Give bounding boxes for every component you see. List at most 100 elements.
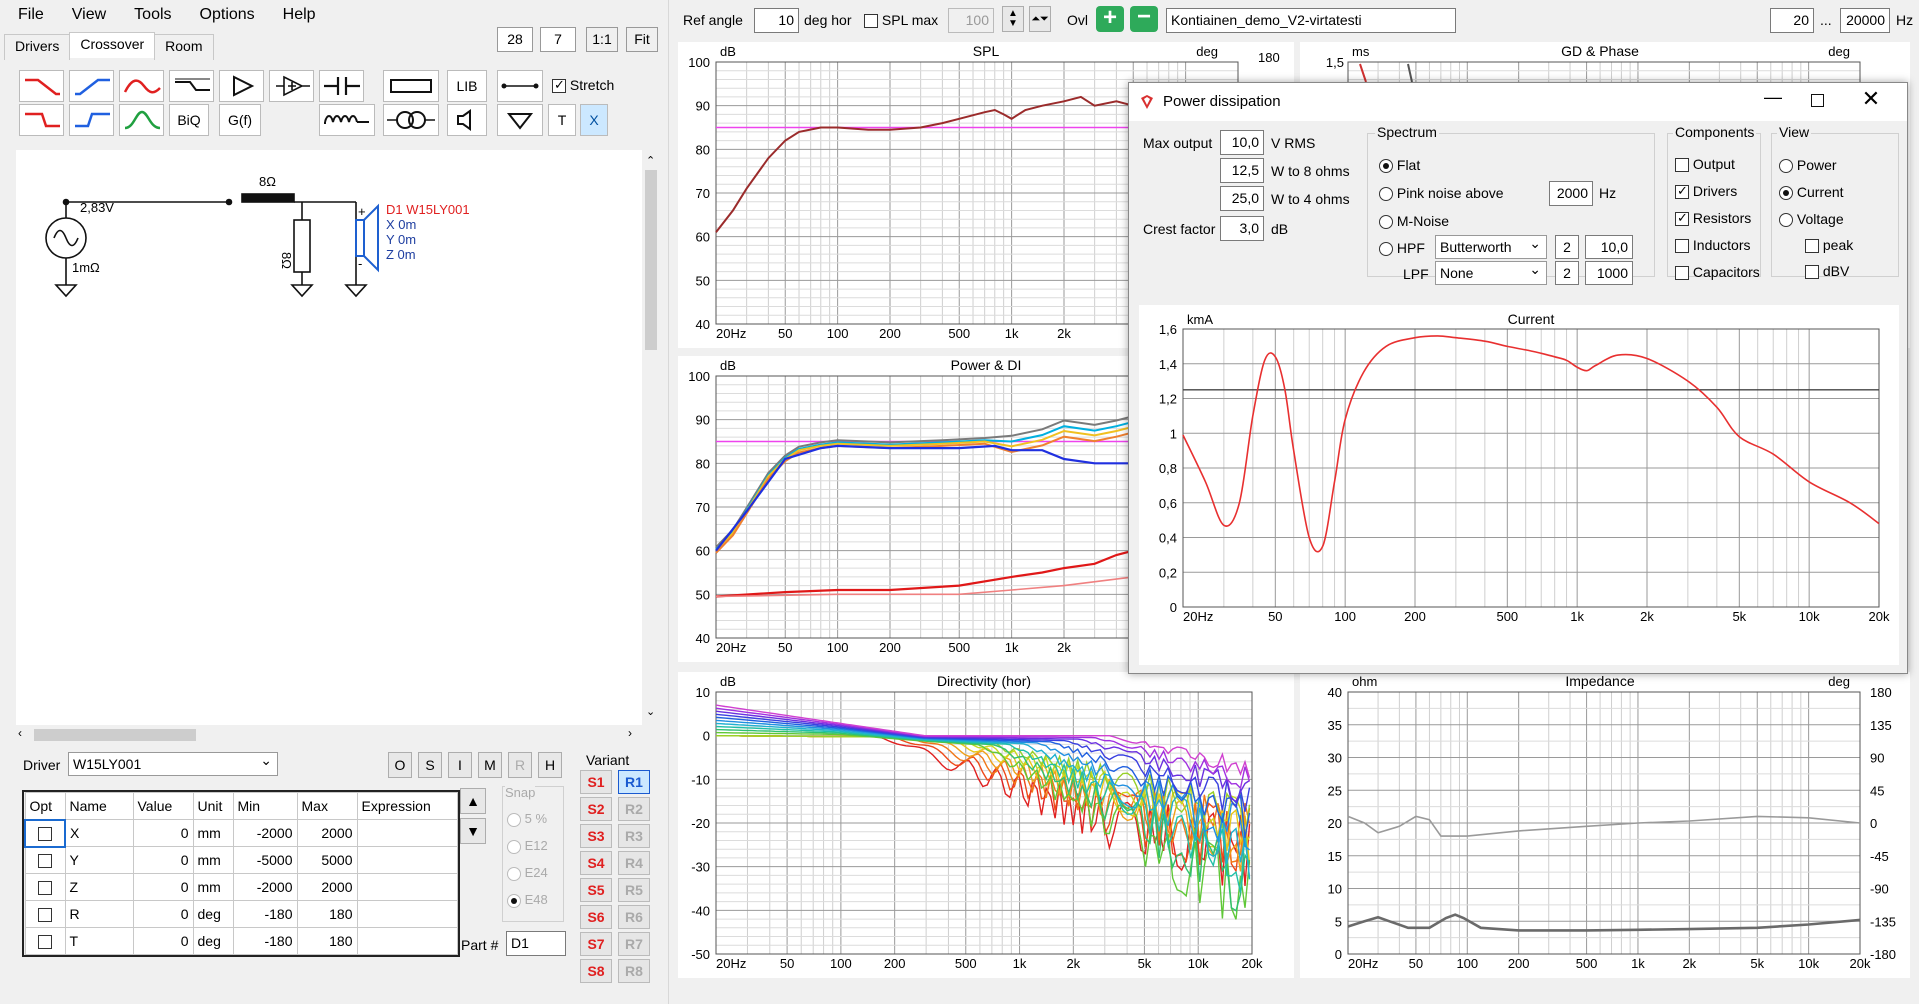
driver-o-button[interactable]: O (388, 752, 412, 778)
param-min[interactable]: -180 (232, 900, 298, 928)
menu-help[interactable]: Help (283, 6, 330, 24)
opt-checkbox[interactable] (38, 935, 52, 950)
schematic-hscroll-thumb[interactable] (34, 729, 196, 741)
opt-checkbox[interactable] (38, 881, 52, 896)
table-row[interactable]: Z 0 mm -2000 2000 (24, 873, 458, 901)
hpf-order-field[interactable]: 2 (1555, 235, 1579, 259)
schematic-vscroll-thumb[interactable] (645, 170, 657, 350)
stretch-checkbox[interactable] (552, 77, 566, 94)
bandpass-green-tool[interactable] (119, 104, 164, 136)
impedance-graph[interactable]: 40 35 30 25 20 15 10 5 0 20Hz 50 100 200 500 1k 2k 5k 10k… (1300, 672, 1910, 978)
highpass-blue-1st-tool[interactable] (69, 104, 114, 136)
param-expression[interactable] (356, 900, 458, 928)
maximize-button[interactable] (1797, 89, 1837, 119)
minimize-button[interactable]: — (1753, 87, 1793, 117)
schematic-hscroll[interactable]: ‹ › (16, 726, 642, 744)
opt-checkbox[interactable] (38, 827, 52, 842)
spectrum-hpf-option[interactable]: HPF (1379, 240, 1425, 257)
driver-s-button[interactable]: S (418, 752, 442, 778)
project-name-field[interactable]: Kontiainen_demo_V2-virtatesti (1166, 8, 1456, 33)
param-max[interactable]: 180 (296, 900, 358, 928)
view-current-option[interactable]: Current (1779, 184, 1844, 201)
variant-r4-button[interactable]: R4 (618, 851, 650, 875)
param-min[interactable]: -180 (232, 927, 298, 955)
variant-s6-button[interactable]: S6 (580, 905, 612, 929)
resistor-tool[interactable] (383, 70, 439, 102)
variant-s2-button[interactable]: S2 (580, 797, 612, 821)
variant-r7-button[interactable]: R7 (618, 932, 650, 956)
driver-r-button[interactable]: R (508, 752, 532, 778)
lpf-freq-field[interactable]: 1000 (1585, 261, 1633, 285)
gf-button[interactable]: G(f) (219, 104, 261, 136)
param-value[interactable]: 0 (132, 819, 194, 847)
hpf-freq-field[interactable]: 10,0 (1585, 235, 1633, 259)
driver-m-button[interactable]: M (478, 752, 502, 778)
watts-8ohm-field[interactable]: 12,5 (1220, 158, 1264, 183)
menu-options[interactable]: Options (200, 6, 269, 24)
zoom-b-field[interactable]: 7 (540, 27, 576, 52)
pink-freq-field[interactable]: 2000 (1549, 181, 1593, 206)
spectrum-mnoise-option[interactable]: M-Noise (1379, 213, 1449, 230)
zoom-1to1-button[interactable]: 1:1 (586, 27, 618, 52)
voltage-radio[interactable] (1779, 213, 1793, 228)
spectrum-flat-option[interactable]: Flat (1379, 157, 1420, 174)
view-peak-option[interactable]: peak (1805, 237, 1853, 254)
shelf-tool[interactable] (169, 70, 214, 102)
wire-tool[interactable] (497, 70, 543, 102)
variant-r6-button[interactable]: R6 (618, 905, 650, 929)
variant-s7-button[interactable]: S7 (580, 932, 612, 956)
param-value[interactable]: 0 (132, 873, 194, 901)
param-min[interactable]: -2000 (232, 873, 298, 901)
move-up-button[interactable]: ▲ (460, 788, 486, 814)
variant-r8-button[interactable]: R8 (618, 959, 650, 983)
freq-min-field[interactable]: 20 (1770, 8, 1814, 33)
variant-s1-button[interactable]: S1 (580, 770, 612, 794)
spectrum-pink-option[interactable]: Pink noise above (1379, 185, 1504, 202)
flat-radio[interactable] (1379, 159, 1393, 174)
x-button[interactable]: X (580, 104, 608, 136)
param-expression[interactable] (356, 873, 458, 901)
t-button[interactable]: T (548, 104, 576, 136)
peak-checkbox[interactable] (1805, 239, 1819, 254)
spl-spin-button[interactable]: ▲ ▼ (1002, 6, 1024, 32)
snap-option[interactable]: E12 (507, 838, 548, 854)
watts-4ohm-field[interactable]: 25,0 (1220, 186, 1264, 211)
tab-room[interactable]: Room (154, 34, 214, 60)
buffer-tool[interactable] (269, 70, 314, 102)
current-chart[interactable]: 1,6 1,4 1,2 1 0,8 0,6 0,4 0,2 0 20Hz 50 100 200 500 1k… (1139, 305, 1899, 665)
variant-s5-button[interactable]: S5 (580, 878, 612, 902)
hpf-type-select[interactable]: Butterworth (1435, 232, 1547, 259)
inductor-tool[interactable] (319, 104, 375, 136)
lib-button[interactable]: LIB (447, 70, 487, 102)
output-checkbox[interactable] (1675, 158, 1689, 173)
comp-inductors-option[interactable]: Inductors (1675, 237, 1750, 254)
lowpass-red-1st-tool[interactable] (19, 104, 64, 136)
zoom-fit-button[interactable]: Fit (626, 27, 658, 52)
opt-checkbox[interactable] (38, 908, 52, 923)
param-value[interactable]: 0 (132, 927, 194, 955)
param-max[interactable]: 2000 (296, 873, 358, 901)
param-max[interactable]: 2000 (296, 819, 358, 847)
driver-i-button[interactable]: I (448, 752, 472, 778)
param-max[interactable]: 180 (296, 927, 358, 955)
capacitors-checkbox[interactable] (1675, 266, 1689, 281)
variant-r2-button[interactable]: R2 (618, 797, 650, 821)
capacitor-tool[interactable] (319, 70, 364, 102)
speaker-tool[interactable] (447, 104, 487, 136)
param-expression[interactable] (356, 927, 458, 955)
opt-checkbox[interactable] (38, 854, 52, 869)
overlay-add-button[interactable]: + (1096, 6, 1124, 32)
spl-max-option[interactable]: SPL max (864, 12, 938, 29)
driver-select[interactable]: W15LY001 (68, 749, 278, 776)
resistors-checkbox[interactable] (1675, 210, 1689, 227)
schematic-vscroll[interactable]: ⌃ ⌄ (643, 150, 659, 725)
ground-tool[interactable] (497, 104, 543, 136)
param-min[interactable]: -5000 (232, 846, 298, 874)
dbv-checkbox[interactable] (1805, 265, 1819, 280)
pink-radio[interactable] (1379, 187, 1393, 202)
menu-tools[interactable]: Tools (134, 6, 185, 24)
lowpass-red-tool[interactable] (19, 70, 64, 102)
stretch-option[interactable]: Stretch (552, 77, 614, 94)
spl-fit-button[interactable]: ⏶⏷ (1029, 6, 1051, 32)
variant-s3-button[interactable]: S3 (580, 824, 612, 848)
